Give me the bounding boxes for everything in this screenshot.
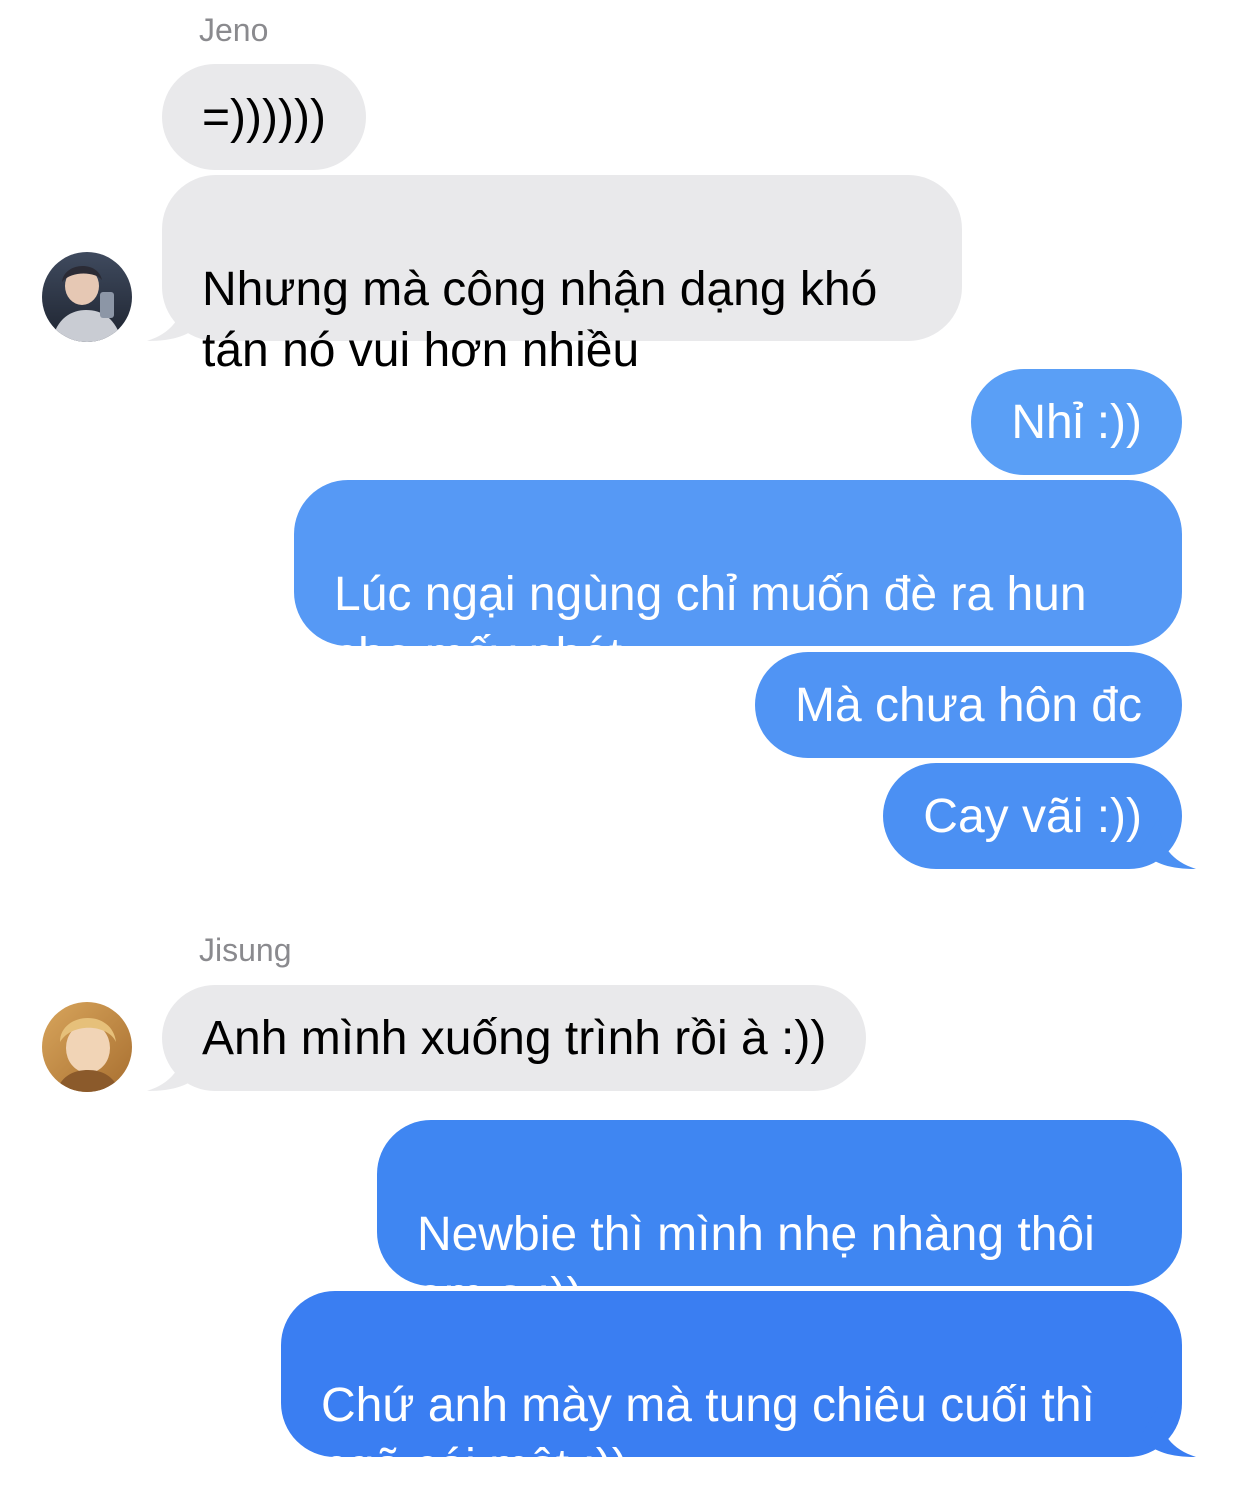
message-text: Chứ anh mày mà tung chiêu cuối thì ngã c…: [321, 1379, 1095, 1493]
message-bubble-outgoing[interactable]: Newbie thì mình nhẹ nhàng thôi em ạ :)): [377, 1120, 1182, 1322]
message-text: Nhưng mà công nhận dạng khó tán nó vui h…: [202, 263, 878, 377]
message-text: Cay vãi :)): [923, 790, 1142, 843]
bubble-tail-outgoing: [1140, 1407, 1196, 1457]
message-bubble-incoming[interactable]: =)))))): [162, 64, 366, 170]
message-text: Nhỉ :)): [1011, 396, 1142, 449]
message-bubble-outgoing[interactable]: Mà chưa hôn đc: [755, 652, 1182, 758]
message-text: =)))))): [202, 91, 326, 144]
bubble-tail-incoming: [147, 1041, 203, 1091]
message-bubble-incoming[interactable]: Nhưng mà công nhận dạng khó tán nó vui h…: [162, 175, 962, 377]
jeno-avatar[interactable]: [42, 252, 132, 342]
sender-name-jeno: Jeno: [199, 12, 269, 48]
bubble-tail-outgoing: [1140, 819, 1196, 869]
jisung-avatar[interactable]: [42, 1002, 132, 1092]
message-text: Anh mình xuống trình rồi à :)): [202, 1012, 827, 1065]
avatar-photo-icon: [42, 1002, 132, 1092]
bubble-tail-incoming: [147, 291, 203, 341]
sender-name-jisung: Jisung: [199, 932, 292, 968]
message-bubble-outgoing[interactable]: Lúc ngại ngùng chỉ muốn đè ra hun cho mấ…: [294, 480, 1182, 682]
message-bubble-outgoing[interactable]: Chứ anh mày mà tung chiêu cuối thì ngã c…: [281, 1291, 1182, 1493]
avatar-photo-icon: [42, 252, 132, 342]
message-bubble-incoming[interactable]: Anh mình xuống trình rồi à :)): [162, 985, 867, 1091]
message-bubble-outgoing[interactable]: Nhỉ :)): [971, 369, 1182, 475]
message-text: Mà chưa hôn đc: [795, 679, 1142, 732]
